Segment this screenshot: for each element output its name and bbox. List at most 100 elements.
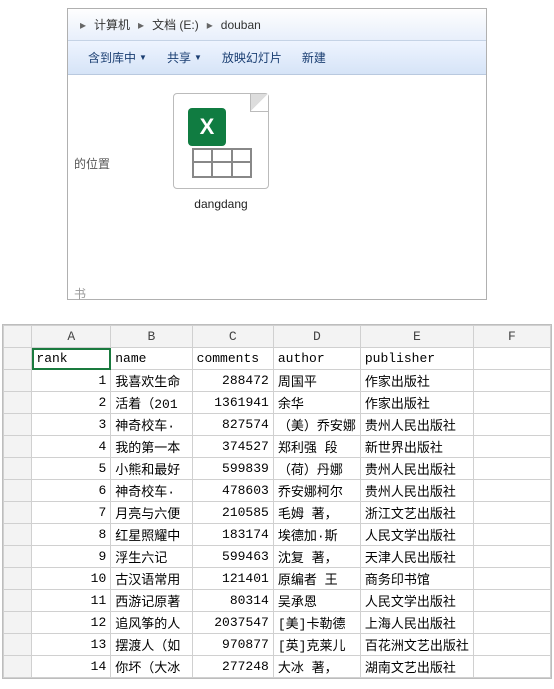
cell[interactable] [473, 480, 550, 502]
cell[interactable]: 6 [32, 480, 111, 502]
cell[interactable]: 浮生六记 [111, 546, 192, 568]
cell[interactable]: 摆渡人（如 [111, 634, 192, 656]
cell[interactable]: 新世界出版社 [360, 436, 473, 458]
cell[interactable] [473, 414, 550, 436]
cell[interactable]: 599463 [192, 546, 273, 568]
cell[interactable]: 神奇校车· [111, 414, 192, 436]
cell[interactable]: 人民文学出版社 [360, 524, 473, 546]
cell[interactable]: 乔安娜柯尔 [273, 480, 360, 502]
cell[interactable] [473, 612, 550, 634]
include-in-library-button[interactable]: 含到库中 ▼ [78, 45, 157, 70]
cell[interactable]: （美）乔安娜 [273, 414, 360, 436]
cell[interactable]: 1361941 [192, 392, 273, 414]
cell[interactable]: 商务印书馆 [360, 568, 473, 590]
cell[interactable] [473, 436, 550, 458]
cell[interactable]: 贵州人民出版社 [360, 480, 473, 502]
cell[interactable]: 你坏（大冰 [111, 656, 192, 678]
cell[interactable]: 作家出版社 [360, 370, 473, 392]
cell[interactable]: 827574 [192, 414, 273, 436]
breadcrumb[interactable]: douban [217, 18, 265, 32]
cell[interactable]: 13 [32, 634, 111, 656]
cell[interactable]: 121401 [192, 568, 273, 590]
cell[interactable]: 毛姆 著， [273, 502, 360, 524]
cell[interactable]: 183174 [192, 524, 273, 546]
cell[interactable]: 周国平 [273, 370, 360, 392]
cell[interactable]: publisher [360, 348, 473, 370]
row-header[interactable] [4, 370, 32, 392]
cell[interactable]: 10 [32, 568, 111, 590]
cell[interactable]: 小熊和最好 [111, 458, 192, 480]
row-header[interactable] [4, 524, 32, 546]
col-header-b[interactable]: B [111, 326, 192, 348]
cell[interactable]: 374527 [192, 436, 273, 458]
cell[interactable]: 天津人民出版社 [360, 546, 473, 568]
cell[interactable]: 7 [32, 502, 111, 524]
cell[interactable]: 大冰 著， [273, 656, 360, 678]
row-header[interactable] [4, 546, 32, 568]
cell[interactable]: 神奇校车· [111, 480, 192, 502]
cell[interactable]: 人民文学出版社 [360, 590, 473, 612]
cell[interactable]: 1 [32, 370, 111, 392]
cell[interactable]: 埃德加·斯 [273, 524, 360, 546]
cell[interactable]: 8 [32, 524, 111, 546]
cell[interactable] [473, 524, 550, 546]
cell[interactable]: 红星照耀中 [111, 524, 192, 546]
cell[interactable]: comments [192, 348, 273, 370]
row-header[interactable] [4, 612, 32, 634]
breadcrumb[interactable]: 文档 (E:) [148, 16, 203, 33]
slideshow-button[interactable]: 放映幻灯片 [212, 45, 292, 70]
cell[interactable]: 12 [32, 612, 111, 634]
row-header[interactable] [4, 458, 32, 480]
cell[interactable]: 80314 [192, 590, 273, 612]
cell[interactable]: 吴承恩 [273, 590, 360, 612]
cell[interactable]: 我喜欢生命 [111, 370, 192, 392]
cell[interactable]: （荷）丹娜 [273, 458, 360, 480]
cell[interactable] [473, 656, 550, 678]
cell[interactable]: 2037547 [192, 612, 273, 634]
cell[interactable]: 郑利强 段 [273, 436, 360, 458]
cell-selected[interactable]: rank [32, 348, 111, 370]
cell[interactable] [473, 502, 550, 524]
cell[interactable]: 百花洲文艺出版社 [360, 634, 473, 656]
cell[interactable]: 西游记原著 [111, 590, 192, 612]
cell[interactable]: 970877 [192, 634, 273, 656]
cell[interactable] [473, 590, 550, 612]
cell[interactable]: author [273, 348, 360, 370]
breadcrumb[interactable]: 计算机 [90, 16, 134, 33]
cell[interactable]: 上海人民出版社 [360, 612, 473, 634]
cell[interactable]: 作家出版社 [360, 392, 473, 414]
cell[interactable]: 古汉语常用 [111, 568, 192, 590]
cell[interactable]: 浙江文艺出版社 [360, 502, 473, 524]
row-header[interactable] [4, 568, 32, 590]
cell[interactable] [473, 568, 550, 590]
row-header[interactable] [4, 414, 32, 436]
cell[interactable]: 3 [32, 414, 111, 436]
col-header-d[interactable]: D [273, 326, 360, 348]
cell[interactable] [473, 546, 550, 568]
row-header[interactable] [4, 590, 32, 612]
share-button[interactable]: 共享 ▼ [157, 45, 212, 70]
cell[interactable]: [美]卡勒德 [273, 612, 360, 634]
cell[interactable]: 599839 [192, 458, 273, 480]
cell[interactable]: 追风筝的人 [111, 612, 192, 634]
file-item-dangdang[interactable]: X dangdang [166, 93, 276, 211]
col-header-e[interactable]: E [360, 326, 473, 348]
cell[interactable]: 贵州人民出版社 [360, 458, 473, 480]
row-header[interactable] [4, 392, 32, 414]
cell[interactable]: 我的第一本 [111, 436, 192, 458]
cell[interactable]: 5 [32, 458, 111, 480]
col-header-a[interactable]: A [32, 326, 111, 348]
cell[interactable]: 月亮与六便 [111, 502, 192, 524]
row-header[interactable] [4, 502, 32, 524]
row-header[interactable] [4, 656, 32, 678]
cell[interactable] [473, 348, 550, 370]
cell[interactable]: 沈复 著， [273, 546, 360, 568]
new-button[interactable]: 新建 [292, 45, 336, 70]
cell[interactable] [473, 370, 550, 392]
row-header[interactable] [4, 634, 32, 656]
cell[interactable]: 14 [32, 656, 111, 678]
cell[interactable]: 277248 [192, 656, 273, 678]
cell[interactable]: 余华 [273, 392, 360, 414]
row-header[interactable] [4, 480, 32, 502]
cell[interactable]: 478603 [192, 480, 273, 502]
